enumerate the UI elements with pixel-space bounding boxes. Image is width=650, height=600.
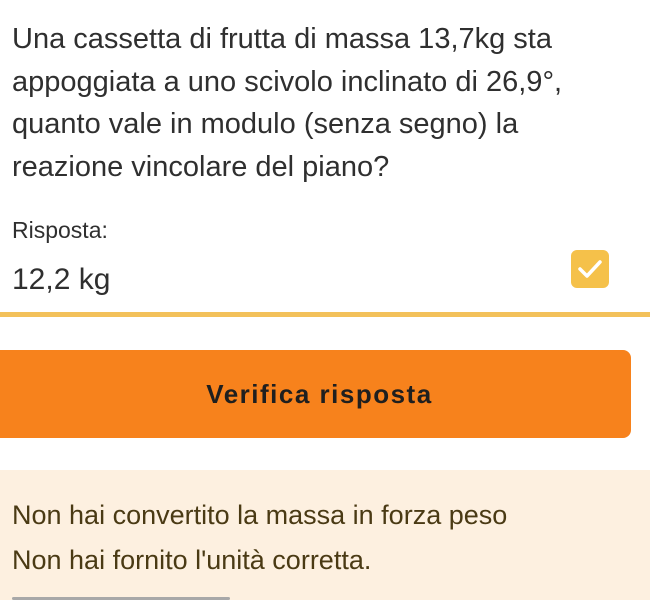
checkmark-glyph	[578, 260, 602, 278]
answer-value[interactable]: 12,2 kg	[12, 263, 110, 297]
answer-label: Risposta:	[12, 217, 108, 243]
answer-underline	[0, 312, 650, 317]
verify-answer-button[interactable]: Verifica risposta	[0, 350, 631, 438]
exercise-page: Una cassetta di frutta di massa 13,7kg s…	[0, 0, 650, 600]
question-text: Una cassetta di frutta di massa 13,7kg s…	[12, 23, 563, 183]
feedback-message: Non hai fornito l'unità corretta.	[12, 545, 372, 575]
feedback-panel: Non hai convertito la massa in forza pes…	[0, 470, 650, 600]
checkmark-icon	[571, 250, 609, 288]
answer-field[interactable]: 12,2 kg	[0, 250, 650, 312]
feedback-message: Non hai convertito la massa in forza pes…	[12, 500, 508, 530]
